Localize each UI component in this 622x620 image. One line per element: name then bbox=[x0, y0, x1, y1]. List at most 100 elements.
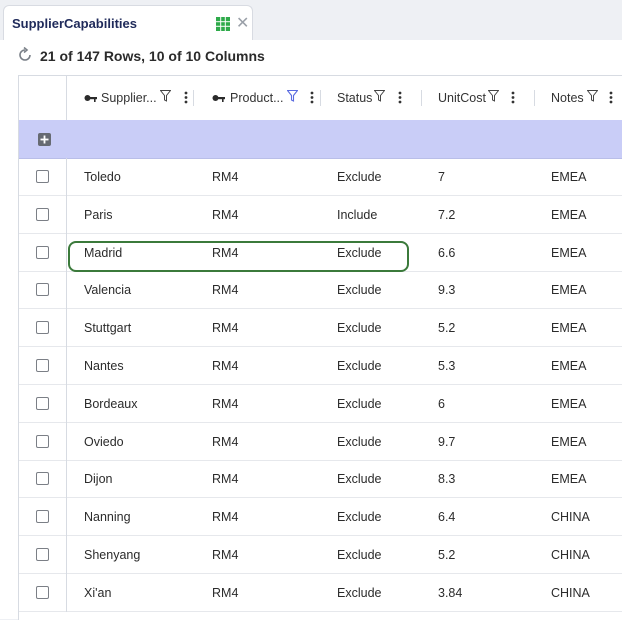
cell-supplier[interactable]: Bordeaux bbox=[84, 397, 138, 411]
table-row[interactable]: Xi'an RM4 Exclude 3.84 CHINA bbox=[19, 574, 622, 612]
cell-notes[interactable]: EMEA bbox=[551, 283, 586, 297]
cell-unitcost[interactable]: 5.2 bbox=[438, 321, 455, 335]
row-checkbox[interactable] bbox=[36, 170, 49, 183]
cell-product[interactable]: RM4 bbox=[212, 586, 238, 600]
refresh-icon[interactable] bbox=[16, 46, 34, 64]
cell-supplier[interactable]: Toledo bbox=[84, 170, 121, 184]
table-row[interactable]: Nantes RM4 Exclude 5.3 EMEA bbox=[19, 347, 622, 385]
cell-unitcost[interactable]: 6.6 bbox=[438, 246, 455, 260]
column-menu-icon[interactable] bbox=[609, 91, 613, 104]
column-menu-icon[interactable] bbox=[310, 91, 314, 104]
cell-unitcost[interactable]: 3.84 bbox=[438, 586, 462, 600]
tab-supplier-capabilities[interactable]: SupplierCapabilities ✕ bbox=[3, 5, 253, 40]
cell-status[interactable]: Exclude bbox=[337, 510, 381, 524]
cell-product[interactable]: RM4 bbox=[212, 359, 238, 373]
cell-status[interactable]: Exclude bbox=[337, 586, 381, 600]
cell-product[interactable]: RM4 bbox=[212, 246, 238, 260]
row-checkbox[interactable] bbox=[36, 397, 49, 410]
table-row[interactable]: Paris RM4 Include 7.2 EMEA bbox=[19, 196, 622, 234]
cell-product[interactable]: RM4 bbox=[212, 283, 238, 297]
filter-icon[interactable] bbox=[587, 90, 598, 102]
cell-unitcost[interactable]: 6 bbox=[438, 397, 445, 411]
row-checkbox[interactable] bbox=[36, 246, 49, 259]
cell-status[interactable]: Exclude bbox=[337, 321, 381, 335]
table-row[interactable]: Valencia RM4 Exclude 9.3 EMEA bbox=[19, 271, 622, 309]
filter-active-icon[interactable] bbox=[287, 90, 298, 102]
cell-unitcost[interactable]: 9.3 bbox=[438, 283, 455, 297]
table-row[interactable]: Oviedo RM4 Exclude 9.7 EMEA bbox=[19, 423, 622, 461]
cell-supplier[interactable]: Nantes bbox=[84, 359, 124, 373]
cell-supplier[interactable]: Dijon bbox=[84, 472, 113, 486]
column-header-unitcost[interactable]: UnitCost bbox=[422, 76, 535, 120]
column-menu-icon[interactable] bbox=[398, 91, 402, 104]
cell-supplier[interactable]: Madrid bbox=[84, 246, 122, 260]
row-checkbox[interactable] bbox=[36, 359, 49, 372]
cell-notes[interactable]: EMEA bbox=[551, 321, 586, 335]
cell-unitcost[interactable]: 6.4 bbox=[438, 510, 455, 524]
cell-supplier[interactable]: Valencia bbox=[84, 283, 131, 297]
row-checkbox[interactable] bbox=[36, 435, 49, 448]
cell-product[interactable]: RM4 bbox=[212, 170, 238, 184]
cell-supplier[interactable]: Oviedo bbox=[84, 435, 124, 449]
table-row[interactable]: Nanning RM4 Exclude 6.4 CHINA bbox=[19, 498, 622, 536]
cell-status[interactable]: Exclude bbox=[337, 397, 381, 411]
cell-notes[interactable]: CHINA bbox=[551, 548, 590, 562]
filter-icon[interactable] bbox=[374, 90, 385, 102]
row-checkbox[interactable] bbox=[36, 321, 49, 334]
row-checkbox[interactable] bbox=[36, 208, 49, 221]
filter-icon[interactable] bbox=[160, 90, 171, 102]
row-checkbox[interactable] bbox=[36, 472, 49, 485]
cell-product[interactable]: RM4 bbox=[212, 397, 238, 411]
cell-notes[interactable]: CHINA bbox=[551, 586, 590, 600]
cell-unitcost[interactable]: 7.2 bbox=[438, 208, 455, 222]
cell-notes[interactable]: EMEA bbox=[551, 208, 586, 222]
column-header-supplier[interactable]: Supplier... bbox=[67, 76, 194, 120]
row-checkbox[interactable] bbox=[36, 548, 49, 561]
filter-icon[interactable] bbox=[488, 90, 499, 102]
table-row[interactable]: Stuttgart RM4 Exclude 5.2 EMEA bbox=[19, 309, 622, 347]
cell-notes[interactable]: EMEA bbox=[551, 170, 586, 184]
cell-supplier[interactable]: Nanning bbox=[84, 510, 131, 524]
cell-unitcost[interactable]: 7 bbox=[438, 170, 445, 184]
cell-notes[interactable]: EMEA bbox=[551, 359, 586, 373]
cell-supplier[interactable]: Stuttgart bbox=[84, 321, 131, 335]
cell-supplier[interactable]: Xi'an bbox=[84, 586, 111, 600]
cell-status[interactable]: Include bbox=[337, 208, 377, 222]
cell-supplier[interactable]: Shenyang bbox=[84, 548, 140, 562]
column-header-product[interactable]: Product... bbox=[194, 76, 321, 120]
cell-status[interactable]: Exclude bbox=[337, 170, 381, 184]
cell-product[interactable]: RM4 bbox=[212, 472, 238, 486]
cell-product[interactable]: RM4 bbox=[212, 510, 238, 524]
cell-product[interactable]: RM4 bbox=[212, 208, 238, 222]
cell-notes[interactable]: EMEA bbox=[551, 397, 586, 411]
cell-status[interactable]: Exclude bbox=[337, 548, 381, 562]
cell-product[interactable]: RM4 bbox=[212, 321, 238, 335]
table-row[interactable]: Madrid RM4 Exclude 6.6 EMEA bbox=[19, 234, 622, 272]
table-row[interactable]: Bordeaux RM4 Exclude 6 EMEA bbox=[19, 385, 622, 423]
cell-status[interactable]: Exclude bbox=[337, 435, 381, 449]
cell-product[interactable]: RM4 bbox=[212, 435, 238, 449]
column-menu-icon[interactable] bbox=[511, 91, 515, 104]
row-checkbox[interactable] bbox=[36, 283, 49, 296]
column-header-status[interactable]: Status bbox=[321, 76, 422, 120]
cell-notes[interactable]: EMEA bbox=[551, 246, 586, 260]
cell-supplier[interactable]: Paris bbox=[84, 208, 112, 222]
table-row[interactable]: Toledo RM4 Exclude 7 EMEA bbox=[19, 158, 622, 196]
cell-notes[interactable]: EMEA bbox=[551, 472, 586, 486]
add-row-icon[interactable] bbox=[38, 133, 51, 146]
cell-status[interactable]: Exclude bbox=[337, 246, 381, 260]
table-row[interactable]: Dijon RM4 Exclude 8.3 EMEA bbox=[19, 460, 622, 498]
cell-status[interactable]: Exclude bbox=[337, 359, 381, 373]
cell-notes[interactable]: EMEA bbox=[551, 435, 586, 449]
cell-status[interactable]: Exclude bbox=[337, 283, 381, 297]
column-header-notes[interactable]: Notes bbox=[535, 76, 622, 120]
cell-status[interactable]: Exclude bbox=[337, 472, 381, 486]
cell-product[interactable]: RM4 bbox=[212, 548, 238, 562]
cell-unitcost[interactable]: 9.7 bbox=[438, 435, 455, 449]
table-row[interactable]: Shenyang RM4 Exclude 5.2 CHINA bbox=[19, 536, 622, 574]
close-icon[interactable]: ✕ bbox=[236, 13, 249, 33]
cell-unitcost[interactable]: 8.3 bbox=[438, 472, 455, 486]
cell-unitcost[interactable]: 5.3 bbox=[438, 359, 455, 373]
cell-notes[interactable]: CHINA bbox=[551, 510, 590, 524]
cell-unitcost[interactable]: 5.2 bbox=[438, 548, 455, 562]
